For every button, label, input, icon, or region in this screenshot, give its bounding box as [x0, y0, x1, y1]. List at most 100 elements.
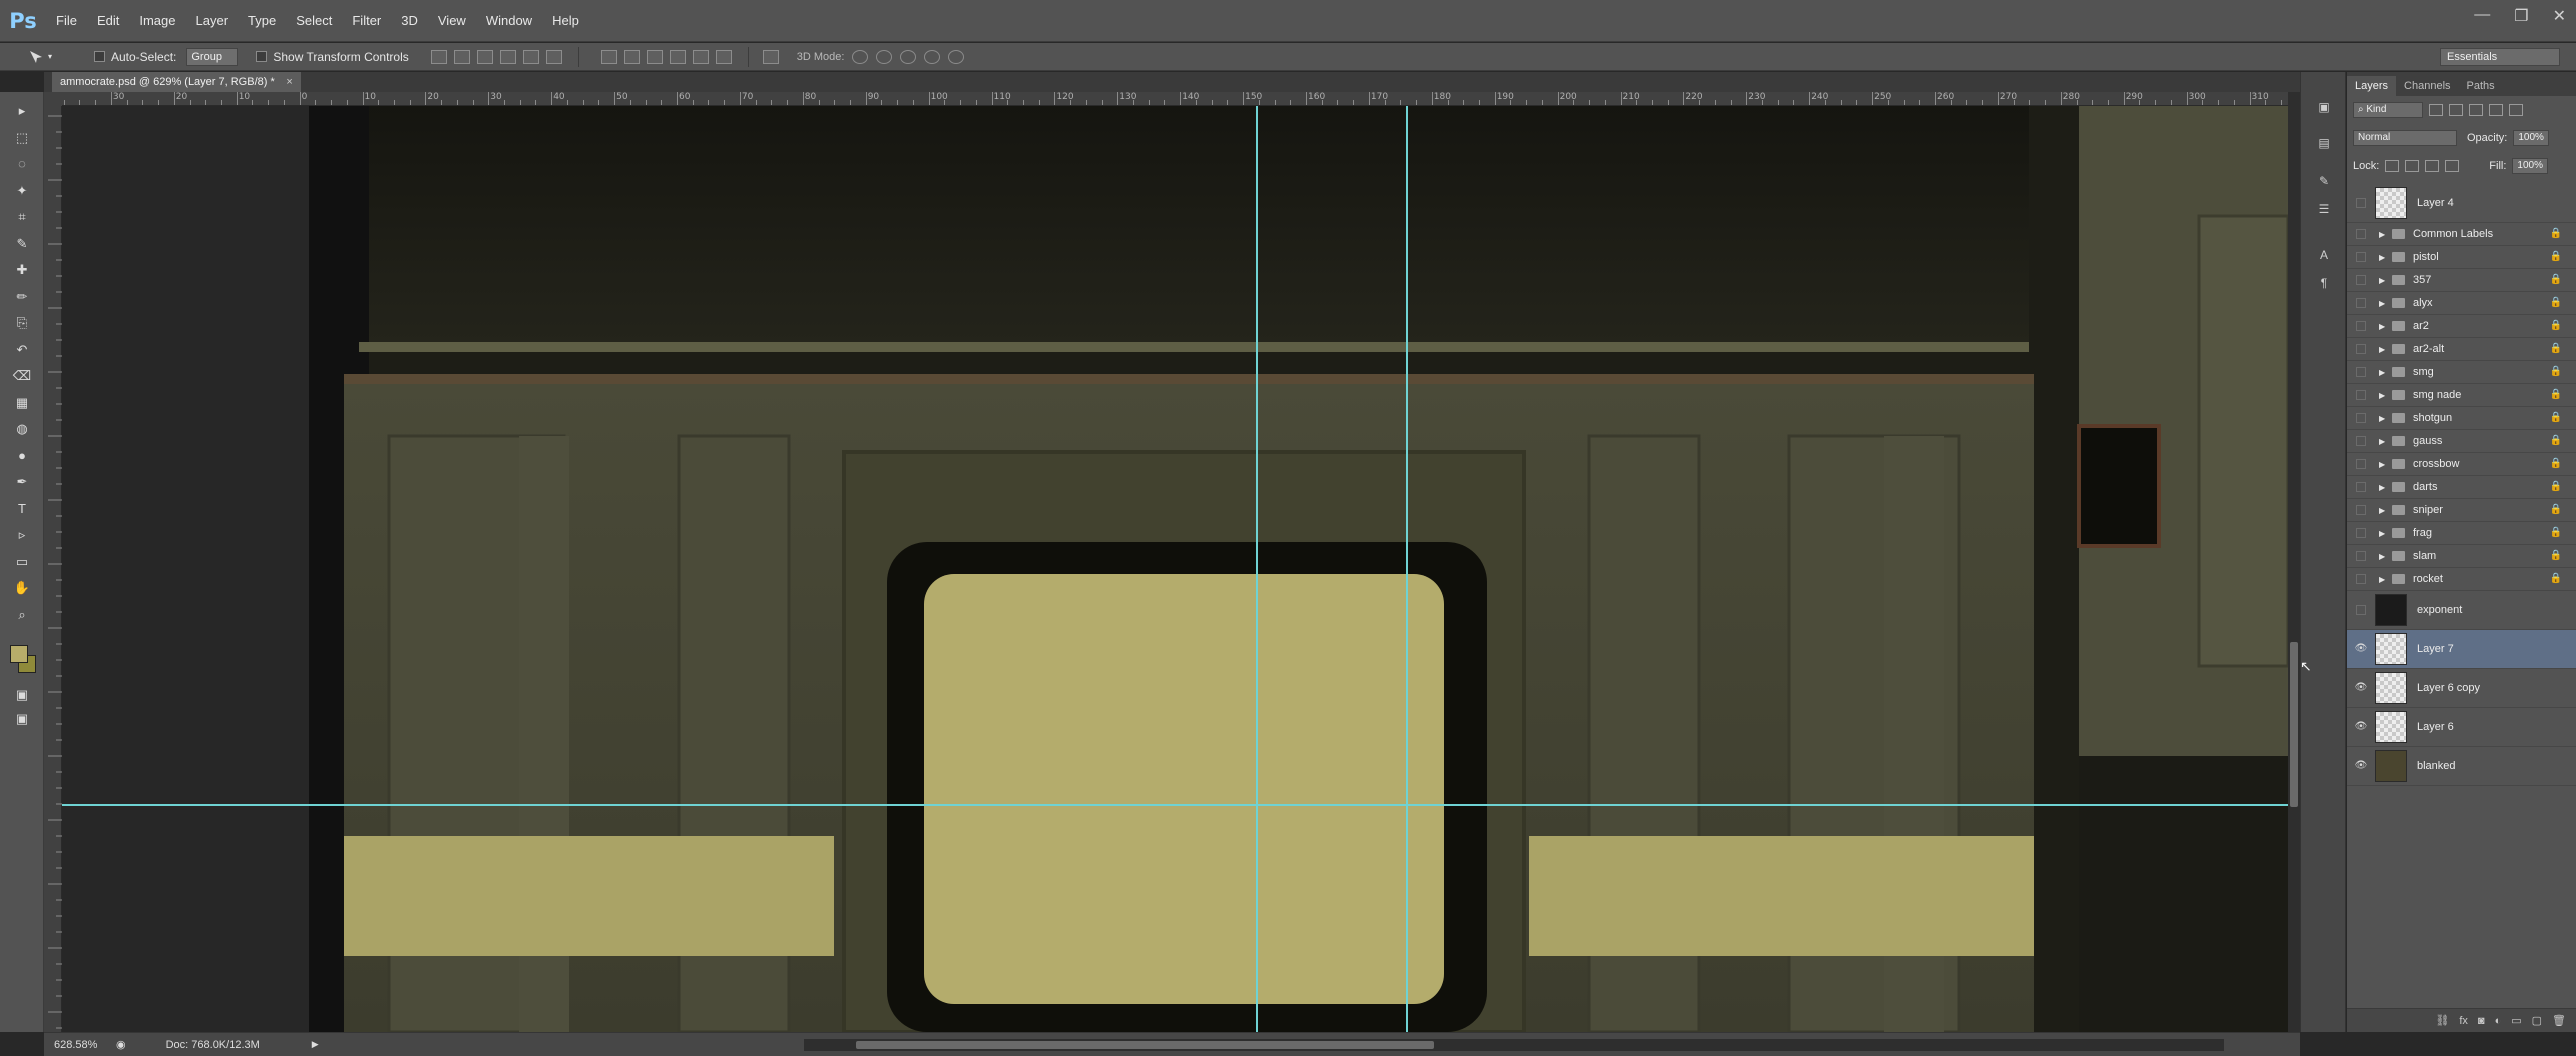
quick-mask-icon[interactable]: ▣	[11, 686, 33, 704]
eye-icon[interactable]: 👁	[2353, 721, 2369, 733]
layer-row[interactable]: ▶ crossbow 🔒	[2347, 453, 2576, 476]
expand-arrow-icon[interactable]: ▶	[2379, 437, 2389, 446]
expand-arrow-icon[interactable]: ▶	[2379, 230, 2389, 239]
layer-row[interactable]: ▶ 357 🔒	[2347, 269, 2576, 292]
layer-name[interactable]: darts	[2413, 481, 2437, 493]
visibility-toggle[interactable]	[2356, 390, 2366, 400]
filter-type-icon[interactable]	[2469, 104, 2483, 116]
auto-select-dropdown[interactable]: Group	[186, 47, 239, 66]
gradient-tool-icon[interactable]: ▦	[11, 394, 33, 412]
show-transform-box[interactable]	[256, 51, 268, 62]
layer-row[interactable]: ▶ darts 🔒	[2347, 476, 2576, 499]
layer-row[interactable]: exponent	[2347, 591, 2576, 630]
pen-tool-icon[interactable]: ✒	[11, 473, 33, 491]
horizontal-scroll-thumb[interactable]	[856, 1041, 1434, 1049]
eraser-tool-icon[interactable]: ⌫	[11, 367, 33, 385]
menu-type[interactable]: Type	[238, 0, 286, 42]
horizontal-ruler[interactable]: 4030201001020304050607080901001101201301…	[62, 92, 2288, 106]
distribute-top-icon[interactable]	[600, 49, 617, 64]
guide-vertical[interactable]	[1256, 106, 1258, 1032]
crop-tool-icon[interactable]: ⌗	[11, 208, 33, 226]
layer-name[interactable]: blanked	[2417, 760, 2456, 772]
layer-row[interactable]: ▶ rocket 🔒	[2347, 568, 2576, 591]
filter-adjustment-icon[interactable]	[2449, 104, 2463, 116]
show-transform-checkbox[interactable]: Show Transform Controls	[256, 50, 409, 64]
foreground-color-swatch[interactable]	[10, 645, 28, 663]
layer-name[interactable]: ar2-alt	[2413, 343, 2444, 355]
layer-row[interactable]: 👁 blanked	[2347, 747, 2576, 786]
filter-kind-dropdown[interactable]: ⌕ Kind	[2353, 102, 2423, 118]
expand-arrow-icon[interactable]: ▶	[2379, 299, 2389, 308]
visibility-toggle[interactable]	[2356, 229, 2366, 239]
expand-arrow-icon[interactable]: ▶	[2379, 552, 2389, 561]
visibility-toggle[interactable]	[2356, 528, 2366, 538]
visibility-toggle[interactable]	[2356, 252, 2366, 262]
layer-thumbnail[interactable]	[2375, 711, 2407, 743]
layer-row[interactable]: ▶ smg nade 🔒	[2347, 384, 2576, 407]
type-tool-icon[interactable]: T	[11, 500, 33, 518]
zoom-readout[interactable]: 628.58%	[54, 1039, 110, 1051]
opacity-input[interactable]: 100%	[2513, 130, 2550, 146]
paragraph-panel-icon[interactable]: ¶	[2315, 276, 2333, 290]
layer-row[interactable]: ▶ slam 🔒	[2347, 545, 2576, 568]
path-select-tool-icon[interactable]: ▹	[11, 526, 33, 544]
tab-paths[interactable]: Paths	[2459, 76, 2503, 96]
vertical-scrollbar[interactable]	[2288, 92, 2300, 1032]
align-vcenter-icon[interactable]	[453, 49, 470, 64]
filter-pixel-icon[interactable]	[2429, 104, 2443, 116]
layer-name[interactable]: Layer 4	[2417, 197, 2454, 209]
layer-name[interactable]: alyx	[2413, 297, 2433, 309]
adjustments-panel-icon[interactable]: ☰	[2315, 202, 2333, 216]
history-brush-tool-icon[interactable]: ↶	[11, 341, 33, 359]
new-group-icon[interactable]: ▭	[2511, 1014, 2521, 1027]
eyedropper-tool-icon[interactable]: ✎	[11, 235, 33, 253]
eye-icon[interactable]: 👁	[2353, 682, 2369, 694]
layer-thumbnail[interactable]	[2375, 750, 2407, 782]
layer-name[interactable]: smg	[2413, 366, 2434, 378]
menu-help[interactable]: Help	[542, 0, 589, 42]
distribute-vcenter-icon[interactable]	[623, 49, 640, 64]
fx-icon[interactable]: fx	[2459, 1015, 2468, 1027]
menu-select[interactable]: Select	[286, 0, 342, 42]
blend-mode-dropdown[interactable]: Normal	[2353, 130, 2457, 146]
layer-row[interactable]: ▶ frag 🔒	[2347, 522, 2576, 545]
menu-view[interactable]: View	[428, 0, 476, 42]
layer-name[interactable]: shotgun	[2413, 412, 2452, 424]
trash-icon[interactable]: 🗑	[2552, 1014, 2566, 1027]
visibility-toggle[interactable]	[2356, 505, 2366, 515]
menu-file[interactable]: File	[46, 0, 87, 42]
filter-smart-object-icon[interactable]	[2509, 104, 2523, 116]
3d-pan-icon[interactable]	[900, 49, 917, 64]
layer-name[interactable]: Layer 7	[2417, 643, 2454, 655]
visibility-toggle[interactable]	[2356, 436, 2366, 446]
ruler-origin[interactable]	[44, 92, 62, 106]
menu-3d[interactable]: 3D	[391, 0, 428, 42]
align-bottom-icon[interactable]	[476, 49, 493, 64]
expand-arrow-icon[interactable]: ▶	[2379, 460, 2389, 469]
lock-all-icon[interactable]	[2445, 160, 2460, 172]
horizontal-scrollbar[interactable]	[804, 1039, 2224, 1051]
screen-mode-icon[interactable]: ▣	[11, 710, 33, 728]
visibility-toggle[interactable]	[2356, 275, 2366, 285]
document-canvas[interactable]	[62, 106, 2288, 1032]
vertical-scroll-thumb[interactable]	[2290, 642, 2298, 807]
guide-vertical[interactable]	[1406, 106, 1408, 1032]
close-tab-icon[interactable]: ×	[286, 72, 292, 92]
layer-name[interactable]: pistol	[2413, 251, 2439, 263]
move-tool-icon[interactable]: ▸	[11, 102, 33, 120]
3d-roll-icon[interactable]	[876, 49, 893, 64]
distribute-right-icon[interactable]	[715, 49, 732, 64]
new-layer-icon[interactable]: ▢	[2532, 1014, 2542, 1027]
layer-row[interactable]: Layer 4	[2347, 184, 2576, 223]
lasso-tool-icon[interactable]: ◌	[11, 155, 33, 173]
menu-image[interactable]: Image	[129, 0, 185, 42]
layer-name[interactable]: smg nade	[2413, 389, 2461, 401]
layer-row[interactable]: 👁 Layer 7	[2347, 630, 2576, 669]
expand-arrow-icon[interactable]: ▶	[2379, 414, 2389, 423]
distribute-left-icon[interactable]	[669, 49, 686, 64]
lock-transparency-icon[interactable]	[2385, 160, 2400, 172]
auto-select-box[interactable]	[94, 51, 105, 62]
layer-row[interactable]: ▶ gauss 🔒	[2347, 430, 2576, 453]
shape-tool-icon[interactable]: ▭	[11, 553, 33, 571]
layer-name[interactable]: rocket	[2413, 573, 2443, 585]
